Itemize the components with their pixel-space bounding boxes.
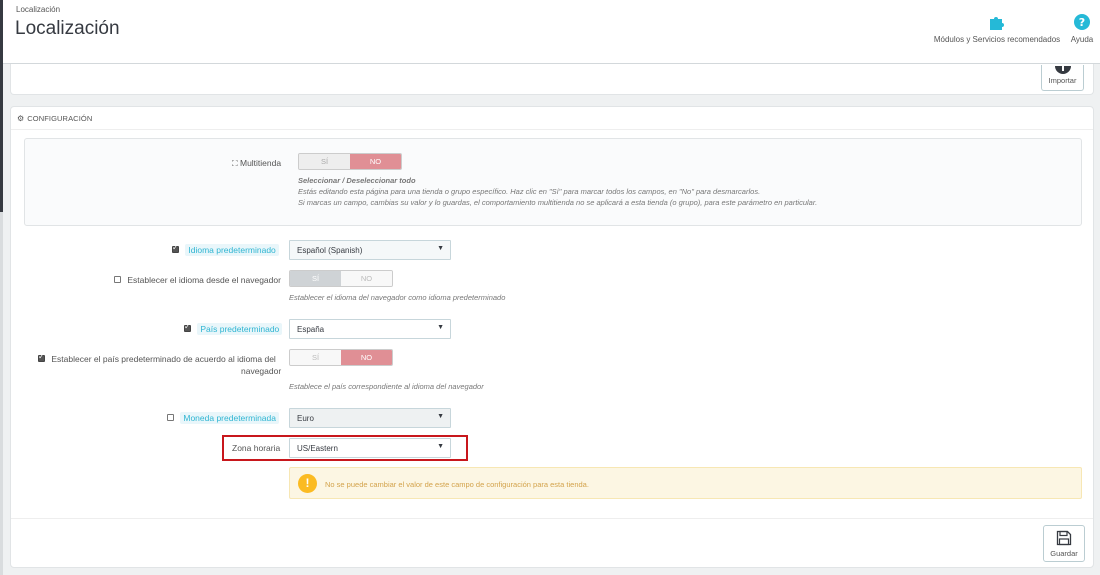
configuration-panel: ⚙ Configuración ⛶ Multitienda SÍ NO Selec… bbox=[10, 106, 1094, 568]
multishop-help-line1: Estás editando esta página para una tien… bbox=[298, 187, 761, 196]
recommended-modules-button[interactable]: Módulos y Servicios recomendados bbox=[931, 14, 1063, 44]
multishop-box: ⛶ Multitienda SÍ NO Seleccionar / Desele… bbox=[24, 138, 1082, 226]
import-label: Importar bbox=[1048, 76, 1077, 85]
page-title: Localización bbox=[15, 18, 120, 39]
save-button[interactable]: Guardar bbox=[1043, 525, 1085, 562]
save-label: Guardar bbox=[1050, 549, 1078, 558]
sitemap-icon: ⛶ bbox=[232, 159, 238, 168]
multishop-no[interactable]: NO bbox=[350, 154, 401, 169]
panel-heading-label: Configuración bbox=[27, 114, 93, 123]
browser-language-yes[interactable]: SÍ bbox=[290, 271, 341, 286]
multishop-help-line2: Si marcas un campo, cambias su valor y l… bbox=[298, 198, 818, 207]
default-language-value: Español (Spanish) bbox=[297, 246, 363, 255]
default-language-checkbox[interactable] bbox=[172, 243, 179, 254]
floppy-disk-icon bbox=[1044, 530, 1084, 548]
default-language-label-text[interactable]: Idioma predeterminado bbox=[185, 244, 279, 256]
multishop-label-text: Multitienda bbox=[239, 158, 282, 168]
default-currency-checkbox[interactable] bbox=[167, 414, 174, 422]
default-country-label: País predeterminado bbox=[184, 322, 283, 335]
multishop-switch[interactable]: SÍ NO bbox=[298, 153, 402, 170]
timezone-value: US/Eastern bbox=[297, 444, 338, 453]
page-header: Localización Localización Módulos y Serv… bbox=[3, 0, 1100, 64]
default-country-checkbox[interactable] bbox=[184, 322, 191, 333]
warning-alert-text: No se puede cambiar el valor de este cam… bbox=[325, 480, 589, 489]
chevron-down-icon: ▼ bbox=[437, 443, 444, 450]
country-by-language-help: Establece el país correspondiente al idi… bbox=[289, 382, 484, 391]
warning-icon: ! bbox=[298, 474, 317, 493]
panel-heading: ⚙ Configuración bbox=[11, 107, 1093, 130]
country-by-language-label-line1: Establecer el país predeterminado de acu… bbox=[51, 354, 276, 364]
country-by-language-label-line2: navegador bbox=[241, 366, 282, 376]
browser-language-no[interactable]: NO bbox=[341, 271, 392, 286]
country-by-language-label: Establecer el país predeterminado de acu… bbox=[38, 352, 276, 364]
panel-footer-divider bbox=[11, 518, 1093, 519]
multishop-help-title: Seleccionar / Deseleccionar todo bbox=[298, 176, 416, 185]
recommended-modules-label: Módulos y Servicios recomendados bbox=[933, 35, 1061, 44]
help-label: Ayuda bbox=[1070, 35, 1094, 44]
warning-alert: ! No se puede cambiar el valor de este c… bbox=[289, 467, 1082, 499]
admin-sidebar-edge-lower bbox=[0, 212, 3, 575]
default-language-select[interactable]: Español (Spanish) ▼ bbox=[289, 240, 451, 260]
breadcrumb[interactable]: Localización bbox=[16, 5, 60, 14]
import-button[interactable]: Importar bbox=[1041, 65, 1084, 91]
multishop-yes[interactable]: SÍ bbox=[299, 154, 350, 169]
default-currency-value: Euro bbox=[297, 414, 314, 423]
default-country-select[interactable]: España ▼ bbox=[289, 319, 451, 339]
default-language-label: Idioma predeterminado bbox=[172, 243, 279, 256]
chevron-down-icon: ▼ bbox=[437, 413, 444, 420]
svg-text:?: ? bbox=[1079, 16, 1085, 29]
browser-language-checkbox[interactable] bbox=[114, 276, 121, 284]
default-currency-label-text[interactable]: Moneda predeterminada bbox=[180, 412, 279, 424]
cogs-icon: ⚙ bbox=[17, 114, 25, 123]
default-currency-select[interactable]: Euro ▼ bbox=[289, 408, 451, 428]
upload-icon bbox=[1055, 66, 1071, 74]
help-button[interactable]: ? Ayuda bbox=[1067, 14, 1097, 44]
browser-language-label-text: Establecer el idioma desde el navegador bbox=[127, 275, 281, 285]
timezone-select[interactable]: US/Eastern ▼ bbox=[289, 438, 451, 458]
default-country-value: España bbox=[297, 325, 325, 334]
country-by-language-yes[interactable]: SÍ bbox=[290, 350, 341, 365]
country-by-language-checkbox[interactable] bbox=[38, 352, 45, 363]
default-country-label-text[interactable]: País predeterminado bbox=[197, 323, 283, 335]
browser-language-switch[interactable]: SÍ NO bbox=[289, 270, 393, 287]
chevron-down-icon: ▼ bbox=[437, 324, 444, 331]
timezone-label: Zona horaria bbox=[232, 443, 281, 453]
browser-language-label: Establecer el idioma desde el navegador bbox=[114, 275, 281, 285]
help-icon: ? bbox=[1067, 14, 1097, 32]
default-currency-label: Moneda predeterminada bbox=[167, 412, 279, 424]
multishop-label: ⛶ Multitienda bbox=[232, 158, 281, 169]
country-by-language-switch[interactable]: SÍ NO bbox=[289, 349, 393, 366]
puzzle-icon bbox=[931, 14, 1063, 32]
country-by-language-no[interactable]: NO bbox=[341, 350, 392, 365]
chevron-down-icon: ▼ bbox=[437, 245, 444, 252]
import-panel bbox=[10, 64, 1094, 95]
browser-language-help: Establecer el idioma del navegador como … bbox=[289, 293, 506, 302]
